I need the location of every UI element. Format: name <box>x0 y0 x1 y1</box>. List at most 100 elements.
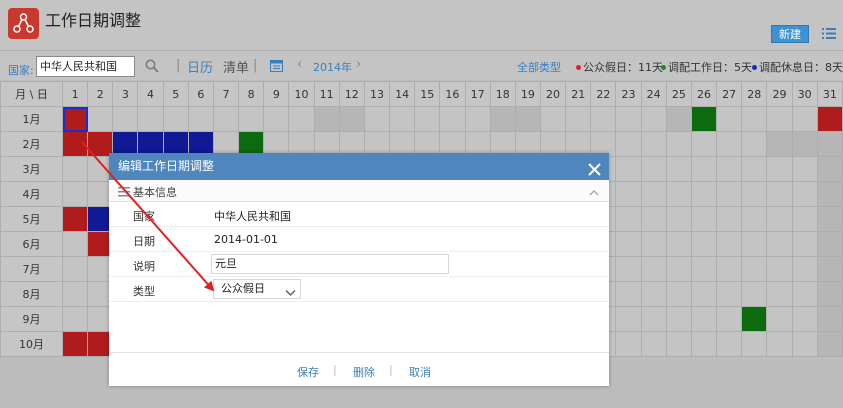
day-cell[interactable] <box>791 256 818 282</box>
day-cell[interactable] <box>162 106 189 132</box>
day-cell[interactable] <box>741 256 768 282</box>
day-cell[interactable] <box>61 306 89 332</box>
day-cell[interactable] <box>263 106 290 132</box>
country-input[interactable]: 中华人民共和国 <box>36 56 135 77</box>
day-cell[interactable] <box>665 131 692 157</box>
legend-adjusted-workday[interactable]: 调配工作日：5天 <box>661 59 752 75</box>
day-cell[interactable] <box>716 106 743 132</box>
list-view-tab[interactable]: 清单 <box>223 57 249 76</box>
day-cell[interactable] <box>615 106 642 132</box>
day-cell[interactable] <box>716 156 743 182</box>
day-cell[interactable] <box>690 231 718 257</box>
day-cell[interactable] <box>741 156 768 182</box>
day-cell[interactable] <box>816 281 843 307</box>
day-cell[interactable] <box>61 281 89 307</box>
day-cell[interactable] <box>690 256 718 282</box>
day-cell[interactable] <box>238 106 265 132</box>
day-cell[interactable] <box>665 106 692 132</box>
day-cell[interactable] <box>816 331 843 357</box>
day-cell[interactable] <box>766 131 793 157</box>
calendar-icon[interactable] <box>270 59 283 72</box>
chevron-up-icon[interactable] <box>589 186 599 196</box>
day-cell[interactable] <box>716 331 743 357</box>
day-cell[interactable] <box>791 206 818 232</box>
day-cell[interactable] <box>489 106 516 132</box>
day-cell[interactable] <box>615 306 642 332</box>
search-icon[interactable] <box>145 59 159 73</box>
day-cell[interactable] <box>665 331 692 357</box>
day-cell[interactable] <box>741 281 768 307</box>
day-cell[interactable] <box>791 181 818 207</box>
day-cell[interactable] <box>816 231 843 257</box>
day-cell[interactable] <box>590 106 617 132</box>
day-cell[interactable] <box>716 281 743 307</box>
close-icon[interactable] <box>588 159 601 176</box>
day-cell[interactable] <box>690 131 718 157</box>
day-cell[interactable] <box>766 181 793 207</box>
day-cell[interactable] <box>766 206 793 232</box>
day-cell[interactable] <box>716 131 743 157</box>
day-cell[interactable] <box>741 331 768 357</box>
day-cell[interactable] <box>716 206 743 232</box>
day-cell[interactable] <box>741 106 768 132</box>
section-header-basic-info[interactable]: 基本信息 <box>109 180 609 202</box>
day-cell[interactable] <box>439 106 466 132</box>
day-cell[interactable] <box>640 106 667 132</box>
calendar-view-tab[interactable]: 日历 <box>187 57 213 76</box>
day-cell[interactable] <box>690 306 718 332</box>
day-cell[interactable] <box>716 306 743 332</box>
day-cell[interactable] <box>665 306 692 332</box>
type-select[interactable]: 公众假日 <box>213 279 301 299</box>
day-cell[interactable] <box>741 231 768 257</box>
day-cell[interactable] <box>741 206 768 232</box>
day-cell[interactable] <box>61 131 89 157</box>
day-cell[interactable] <box>716 181 743 207</box>
next-year-button[interactable]: › <box>356 57 361 72</box>
day-cell[interactable] <box>791 331 818 357</box>
day-cell[interactable] <box>61 206 89 232</box>
day-cell[interactable] <box>816 131 843 157</box>
day-cell[interactable] <box>640 131 667 157</box>
filter-all-types[interactable]: 全部类型 <box>517 59 561 75</box>
day-cell[interactable] <box>791 306 818 332</box>
day-cell[interactable] <box>640 281 667 307</box>
day-cell[interactable] <box>816 106 843 132</box>
day-cell[interactable] <box>363 106 391 132</box>
day-cell[interactable] <box>766 306 793 332</box>
day-cell[interactable] <box>514 106 541 132</box>
day-cell[interactable] <box>640 331 667 357</box>
day-cell[interactable] <box>61 156 89 182</box>
day-cell[interactable] <box>414 106 441 132</box>
day-cell[interactable] <box>212 106 240 132</box>
day-cell[interactable] <box>615 256 642 282</box>
day-cell[interactable] <box>615 331 642 357</box>
day-cell[interactable] <box>690 106 718 132</box>
day-cell[interactable] <box>816 306 843 332</box>
day-cell[interactable] <box>766 156 793 182</box>
day-cell[interactable] <box>615 231 642 257</box>
day-cell[interactable] <box>61 331 89 357</box>
day-cell[interactable] <box>741 131 768 157</box>
day-cell[interactable] <box>791 156 818 182</box>
day-cell[interactable] <box>539 106 567 132</box>
day-cell[interactable] <box>665 256 692 282</box>
day-cell[interactable] <box>816 156 843 182</box>
day-cell[interactable] <box>640 306 667 332</box>
day-cell[interactable] <box>716 256 743 282</box>
day-cell[interactable] <box>665 231 692 257</box>
day-cell[interactable] <box>766 331 793 357</box>
day-cell[interactable] <box>690 281 718 307</box>
delete-button[interactable]: 删除 <box>353 364 375 380</box>
legend-public-holiday[interactable]: 公众假日：11天 <box>576 59 663 75</box>
day-cell[interactable] <box>464 106 491 132</box>
day-cell[interactable] <box>690 206 718 232</box>
day-cell[interactable] <box>791 281 818 307</box>
day-cell[interactable] <box>665 281 692 307</box>
day-cell[interactable] <box>615 181 642 207</box>
day-cell[interactable] <box>665 206 692 232</box>
day-cell[interactable] <box>741 306 768 332</box>
prev-year-button[interactable]: ‹ <box>297 57 302 72</box>
day-cell[interactable] <box>690 156 718 182</box>
new-button[interactable]: 新建 <box>771 25 809 43</box>
day-cell[interactable] <box>615 131 642 157</box>
